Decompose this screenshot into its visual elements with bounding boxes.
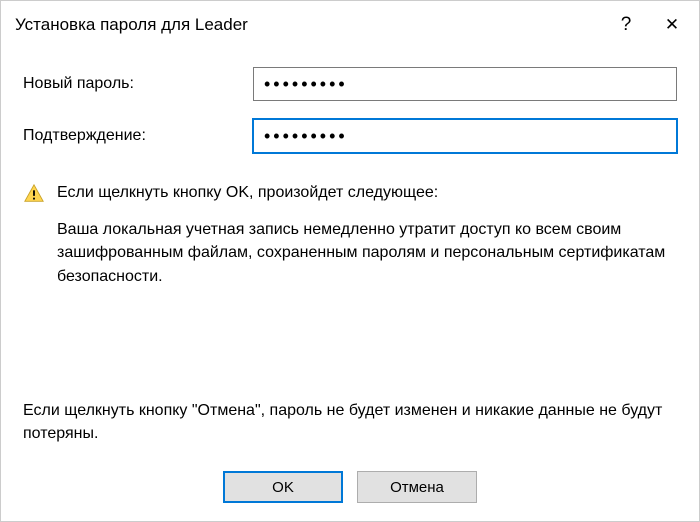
new-password-row: Новый пароль: — [23, 67, 677, 101]
help-button[interactable]: ? — [603, 9, 649, 41]
new-password-label: Новый пароль: — [23, 75, 253, 93]
dialog-title: Установка пароля для Leader — [15, 15, 603, 35]
warning-section: Если щелкнуть кнопку OK, произойдет след… — [23, 181, 677, 288]
password-dialog: Установка пароля для Leader ? ✕ Новый па… — [0, 0, 700, 522]
confirm-password-input[interactable] — [253, 119, 677, 153]
warning-heading: Если щелкнуть кнопку OK, произойдет след… — [57, 181, 677, 204]
new-password-input[interactable] — [253, 67, 677, 101]
confirm-password-row: Подтверждение: — [23, 119, 677, 153]
cancel-note: Если щелкнуть кнопку "Отмена", пароль не… — [23, 379, 677, 445]
warning-icon — [23, 183, 45, 205]
dialog-content: Новый пароль: Подтверждение: Если щелкну… — [1, 49, 699, 455]
ok-button[interactable]: OK — [223, 471, 343, 503]
button-row: OK Отмена — [1, 455, 699, 521]
close-button[interactable]: ✕ — [649, 9, 695, 41]
titlebar: Установка пароля для Leader ? ✕ — [1, 1, 699, 49]
warning-body: Ваша локальная учетная запись немедленно… — [57, 218, 677, 288]
confirm-password-label: Подтверждение: — [23, 127, 253, 145]
warning-text: Если щелкнуть кнопку OK, произойдет след… — [57, 181, 677, 288]
cancel-button[interactable]: Отмена — [357, 471, 477, 503]
